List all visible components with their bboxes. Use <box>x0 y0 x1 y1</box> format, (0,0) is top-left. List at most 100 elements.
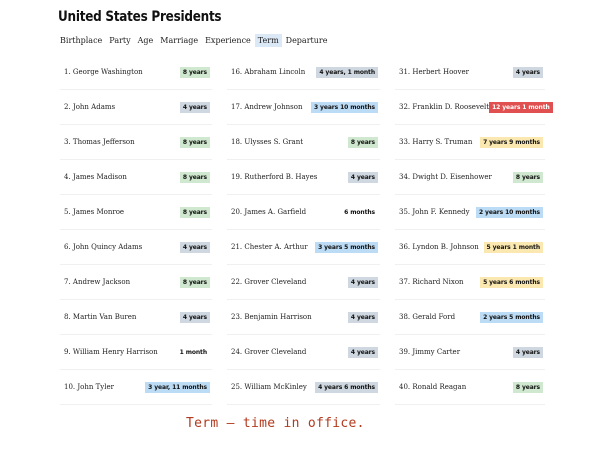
president-name: 8. Martin Van Buren <box>64 313 137 321</box>
term-badge: 8 years <box>347 136 378 148</box>
term-badge: 4 years <box>347 346 378 358</box>
term-badge: 3 year, 11 months <box>145 381 210 393</box>
list-item[interactable]: 1. George Washington 8 years <box>60 55 212 90</box>
list-item[interactable]: 7. Andrew Jackson 8 years <box>60 265 212 300</box>
president-name: 40. Ronald Reagan <box>399 383 467 391</box>
list-item[interactable]: 40. Ronald Reagan 8 years <box>395 370 545 405</box>
president-name: 18. Ulysses S. Grant <box>231 138 304 146</box>
term-badge: 4 years <box>512 66 543 78</box>
president-name: 9. William Henry Harrison <box>64 348 158 356</box>
term-badge: 8 years <box>179 206 210 218</box>
term-badge: 4 years <box>179 101 210 113</box>
term-badge: 12 years 1 month <box>489 101 553 113</box>
president-name: 36. Lyndon B. Johnson <box>399 243 479 251</box>
president-name: 38. Gerald Ford <box>399 313 456 321</box>
list-item[interactable]: 8. Martin Van Buren 4 years <box>60 300 212 335</box>
president-name: 2. John Adams <box>64 103 116 111</box>
list-item[interactable]: 4. James Madison 8 years <box>60 160 212 195</box>
list-item[interactable]: 34. Dwight D. Eisenhower 8 years <box>395 160 545 195</box>
term-badge: 4 years <box>347 276 378 288</box>
list-item[interactable]: 25. William McKinley 4 years 6 months <box>227 370 380 405</box>
term-badge: 8 years <box>179 66 210 78</box>
caption: Term – time in office. <box>186 416 365 431</box>
president-name: 20. James A. Garfield <box>231 208 307 216</box>
president-name: 3. Thomas Jefferson <box>64 138 135 146</box>
list-item[interactable]: 38. Gerald Ford 2 years 5 months <box>395 300 545 335</box>
list-item[interactable]: 3. Thomas Jefferson 8 years <box>60 125 212 160</box>
list-item[interactable]: 2. John Adams 4 years <box>60 90 212 125</box>
list-item[interactable]: 18. Ulysses S. Grant 8 years <box>227 125 380 160</box>
president-name: 17. Andrew Johnson <box>231 103 303 111</box>
list-item[interactable]: 10. John Tyler 3 year, 11 months <box>60 370 212 405</box>
tab-experience[interactable]: Experience <box>202 34 254 47</box>
tab-marriage[interactable]: Marriage <box>157 34 201 47</box>
tab-birthplace[interactable]: Birthplace <box>57 34 105 47</box>
page-title: United States Presidents <box>58 9 222 25</box>
term-badge: 8 years <box>179 276 210 288</box>
president-name: 21. Chester A. Arthur <box>231 243 308 251</box>
list-item[interactable]: 22. Grover Cleveland 4 years <box>227 265 380 300</box>
president-name: 24. Grover Cleveland <box>231 348 307 356</box>
term-badge: 6 months <box>344 208 375 216</box>
president-name: 5. James Monroe <box>64 208 125 216</box>
tab-party[interactable]: Party <box>106 34 133 47</box>
term-badge: 3 years 10 months <box>310 101 378 113</box>
term-badge: 3 years 5 months <box>315 241 378 253</box>
term-badge: 8 years <box>512 171 543 183</box>
president-name: 34. Dwight D. Eisenhower <box>399 173 492 181</box>
term-badge: 8 years <box>179 171 210 183</box>
term-badge: 7 years 9 months <box>480 136 543 148</box>
term-badge: 1 month <box>179 348 207 356</box>
president-name: 1. George Washington <box>64 68 143 76</box>
term-badge: 5 years 6 months <box>480 276 543 288</box>
term-badge: 4 years <box>179 311 210 323</box>
president-name: 22. Grover Cleveland <box>231 278 307 286</box>
list-item[interactable]: 20. James A. Garfield 6 months <box>227 195 380 230</box>
term-badge: 4 years <box>347 171 378 183</box>
term-badge: 4 years 6 months <box>315 381 378 393</box>
president-name: 35. John F. Kennedy <box>399 208 470 216</box>
term-badge: 8 years <box>179 136 210 148</box>
president-name: 6. John Quincy Adams <box>64 243 143 251</box>
president-name: 23. Benjamin Harrison <box>231 313 312 321</box>
list-item[interactable]: 36. Lyndon B. Johnson 5 years 1 month <box>395 230 545 265</box>
list-item[interactable]: 17. Andrew Johnson 3 years 10 months <box>227 90 380 125</box>
list-item[interactable]: 39. Jimmy Carter 4 years <box>395 335 545 370</box>
tab-bar: Birthplace Party Age Marriage Experience Term… <box>57 34 331 47</box>
president-name: 19. Rutherford B. Hayes <box>231 173 318 181</box>
list-item[interactable]: 35. John F. Kennedy 2 years 10 months <box>395 195 545 230</box>
president-name: 33. Harry S. Truman <box>399 138 473 146</box>
list-item[interactable]: 9. William Henry Harrison 1 month <box>60 335 212 370</box>
list-item[interactable]: 16. Abraham Lincoln 4 years, 1 month <box>227 55 380 90</box>
list-item[interactable]: 37. Richard Nixon 5 years 6 months <box>395 265 545 300</box>
tab-departure[interactable]: Departure <box>283 34 331 47</box>
term-badge: 4 years <box>179 241 210 253</box>
list-item[interactable]: 21. Chester A. Arthur 3 years 5 months <box>227 230 380 265</box>
list-item[interactable]: 6. John Quincy Adams 4 years <box>60 230 212 265</box>
list-item[interactable]: 24. Grover Cleveland 4 years <box>227 335 380 370</box>
term-badge: 4 years <box>512 346 543 358</box>
list-item[interactable]: 5. James Monroe 8 years <box>60 195 212 230</box>
president-name: 4. James Madison <box>64 173 127 181</box>
tab-term[interactable]: Term <box>254 34 282 47</box>
term-badge: 5 years 1 month <box>483 241 543 253</box>
term-badge: 2 years 5 months <box>480 311 543 323</box>
president-name: 32. Franklin D. Roosevelt <box>399 103 490 111</box>
president-name: 25. William McKinley <box>231 383 307 391</box>
term-badge: 4 years, 1 month <box>316 66 378 78</box>
list-item[interactable]: 33. Harry S. Truman 7 years 9 months <box>395 125 545 160</box>
president-name: 31. Herbert Hoover <box>399 68 469 76</box>
list-item[interactable]: 23. Benjamin Harrison 4 years <box>227 300 380 335</box>
president-name: 16. Abraham Lincoln <box>231 68 306 76</box>
president-name: 7. Andrew Jackson <box>64 278 131 286</box>
president-name: 10. John Tyler <box>64 383 114 391</box>
term-badge: 4 years <box>347 311 378 323</box>
list-item[interactable]: 19. Rutherford B. Hayes 4 years <box>227 160 380 195</box>
list-item[interactable]: 31. Herbert Hoover 4 years <box>395 55 545 90</box>
tab-age[interactable]: Age <box>135 34 157 47</box>
term-badge: 2 years 10 months <box>475 206 543 218</box>
president-name: 39. Jimmy Carter <box>399 348 461 356</box>
term-badge: 8 years <box>512 381 543 393</box>
list-item[interactable]: 32. Franklin D. Roosevelt 12 years 1 mont… <box>395 90 553 125</box>
presidents-grid: 1. George Washington 8 years 16. Abraham L… <box>60 55 553 405</box>
